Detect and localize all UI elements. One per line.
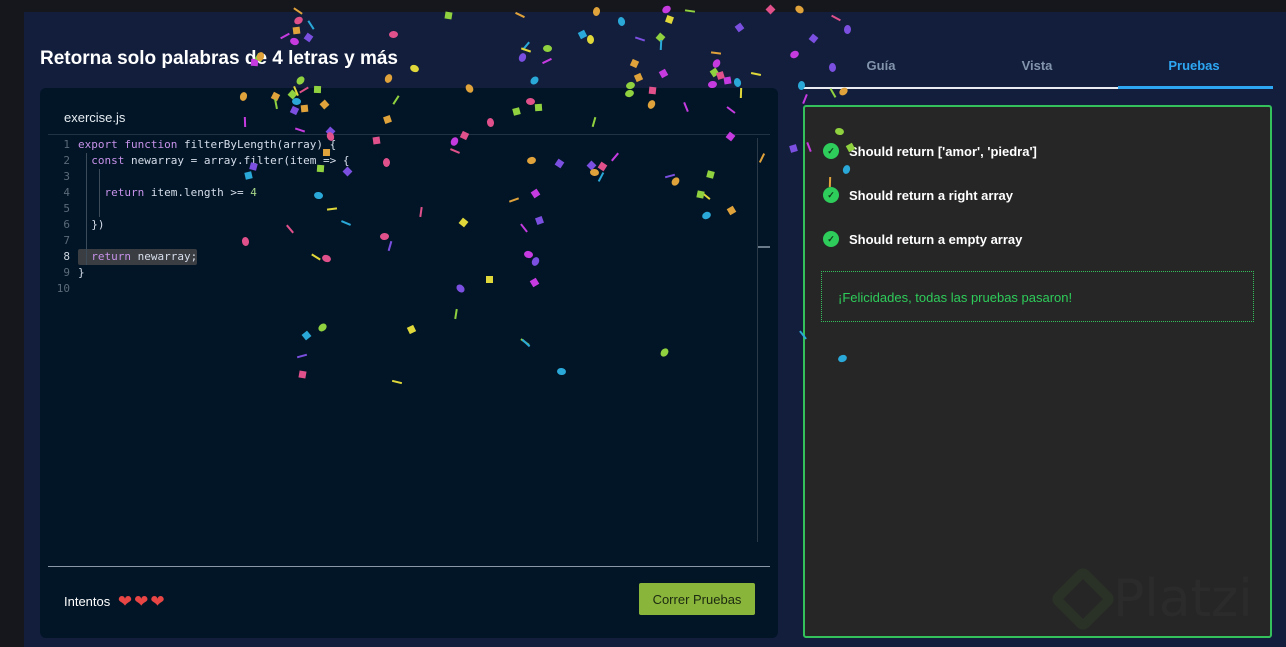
line-number: 5 [63, 202, 70, 215]
code-text: const newarray = array.filter(item => { [78, 153, 350, 169]
code-token: const [91, 154, 131, 167]
code-line[interactable]: 1 export function filterByLength(array) { [48, 137, 350, 153]
tab-pruebas[interactable]: Pruebas [1116, 58, 1272, 73]
indent-guide [86, 153, 87, 265]
page-title: Retorna solo palabras de 4 letras y más [40, 48, 398, 69]
code-line[interactable]: 6 }) [48, 217, 350, 233]
attempts-label: Intentos [64, 594, 111, 609]
attempts: Intentos ❤ ❤ ❤ [64, 593, 165, 610]
tab-guia[interactable]: Guía [803, 58, 959, 73]
code-token: } [78, 266, 85, 279]
test-results-panel: ✓ Should return ['amor', 'piedra'] ✓ Shoul… [803, 105, 1272, 638]
code-token: }) [78, 218, 105, 231]
divider [48, 134, 770, 135]
check-circle-icon: ✓ [823, 143, 839, 159]
line-number: 7 [63, 234, 70, 247]
line-number: 3 [63, 170, 70, 183]
code-text: return newarray; [78, 249, 198, 265]
line-number: 1 [63, 138, 70, 151]
code-line[interactable]: 7 [48, 233, 350, 249]
code-line[interactable]: 4 return item.length >= 4 [48, 185, 350, 201]
indent-guide [99, 169, 100, 217]
code-token: function [124, 138, 184, 151]
heart-icon: ❤ [134, 592, 149, 611]
active-tab-indicator [1118, 86, 1273, 89]
line-number: 8 [63, 250, 70, 263]
scrollbar[interactable] [757, 138, 758, 542]
code-token: filterByLength(array) { [183, 138, 337, 151]
code-line[interactable]: 8 return newarray; [48, 249, 350, 265]
code-text: }) [78, 217, 105, 233]
code-editor: exercise.js 1 export function filterByLen… [40, 88, 778, 638]
test-label: Should return ['amor', 'piedra'] [849, 143, 1037, 159]
code-line[interactable]: 5 [48, 201, 350, 217]
line-number: 6 [63, 218, 70, 231]
code-token: 4 [250, 186, 257, 199]
test-label: Should return a right array [849, 187, 1013, 203]
code-token: export [78, 138, 125, 151]
heart-icon: ❤ [150, 592, 165, 611]
platzi-logo-icon [1049, 565, 1117, 633]
code-token: newarray = array.filter(item => { [131, 154, 350, 167]
tab-bar: Guía Vista Pruebas [803, 40, 1273, 89]
run-tests-button[interactable]: Correr Pruebas [639, 583, 755, 615]
line-number: 10 [56, 282, 70, 295]
platzi-watermark: Platzi [1049, 565, 1253, 633]
code-line[interactable]: 2 const newarray = array.filter(item => … [48, 153, 350, 169]
code-token: return [91, 250, 138, 263]
test-result: ✓ Should return a empty array [823, 231, 1022, 247]
check-circle-icon: ✓ [823, 187, 839, 203]
code-line[interactable]: 10 [48, 281, 350, 297]
divider [48, 566, 770, 567]
code-text: export function filterByLength(array) { [78, 137, 336, 153]
code-text: return item.length >= 4 [78, 185, 257, 201]
watermark-text: Platzi [1113, 569, 1253, 629]
tab-vista[interactable]: Vista [959, 58, 1115, 73]
code-line[interactable]: 9} [48, 265, 350, 281]
test-result: ✓ Should return a right array [823, 187, 1013, 203]
check-circle-icon: ✓ [823, 231, 839, 247]
code-text: } [78, 265, 85, 281]
line-number: 9 [63, 266, 70, 279]
file-tab[interactable]: exercise.js [64, 110, 125, 125]
success-message: ¡Felicidades, todas las pruebas pasaron! [821, 271, 1254, 322]
scroll-marker [758, 246, 770, 248]
app-window: Retorna solo palabras de 4 letras y más … [24, 12, 1286, 647]
line-number: 4 [63, 186, 70, 199]
code-token: return [104, 186, 151, 199]
line-number: 2 [63, 154, 70, 167]
test-label: Should return a empty array [849, 231, 1023, 247]
heart-icon: ❤ [117, 592, 133, 611]
code-token: newarray; [137, 250, 198, 263]
code-area[interactable]: 1 export function filterByLength(array) {… [48, 137, 350, 297]
code-line[interactable]: 3 [48, 169, 350, 185]
test-result: ✓ Should return ['amor', 'piedra'] [823, 143, 1037, 159]
code-token: item.length >= [150, 186, 251, 199]
